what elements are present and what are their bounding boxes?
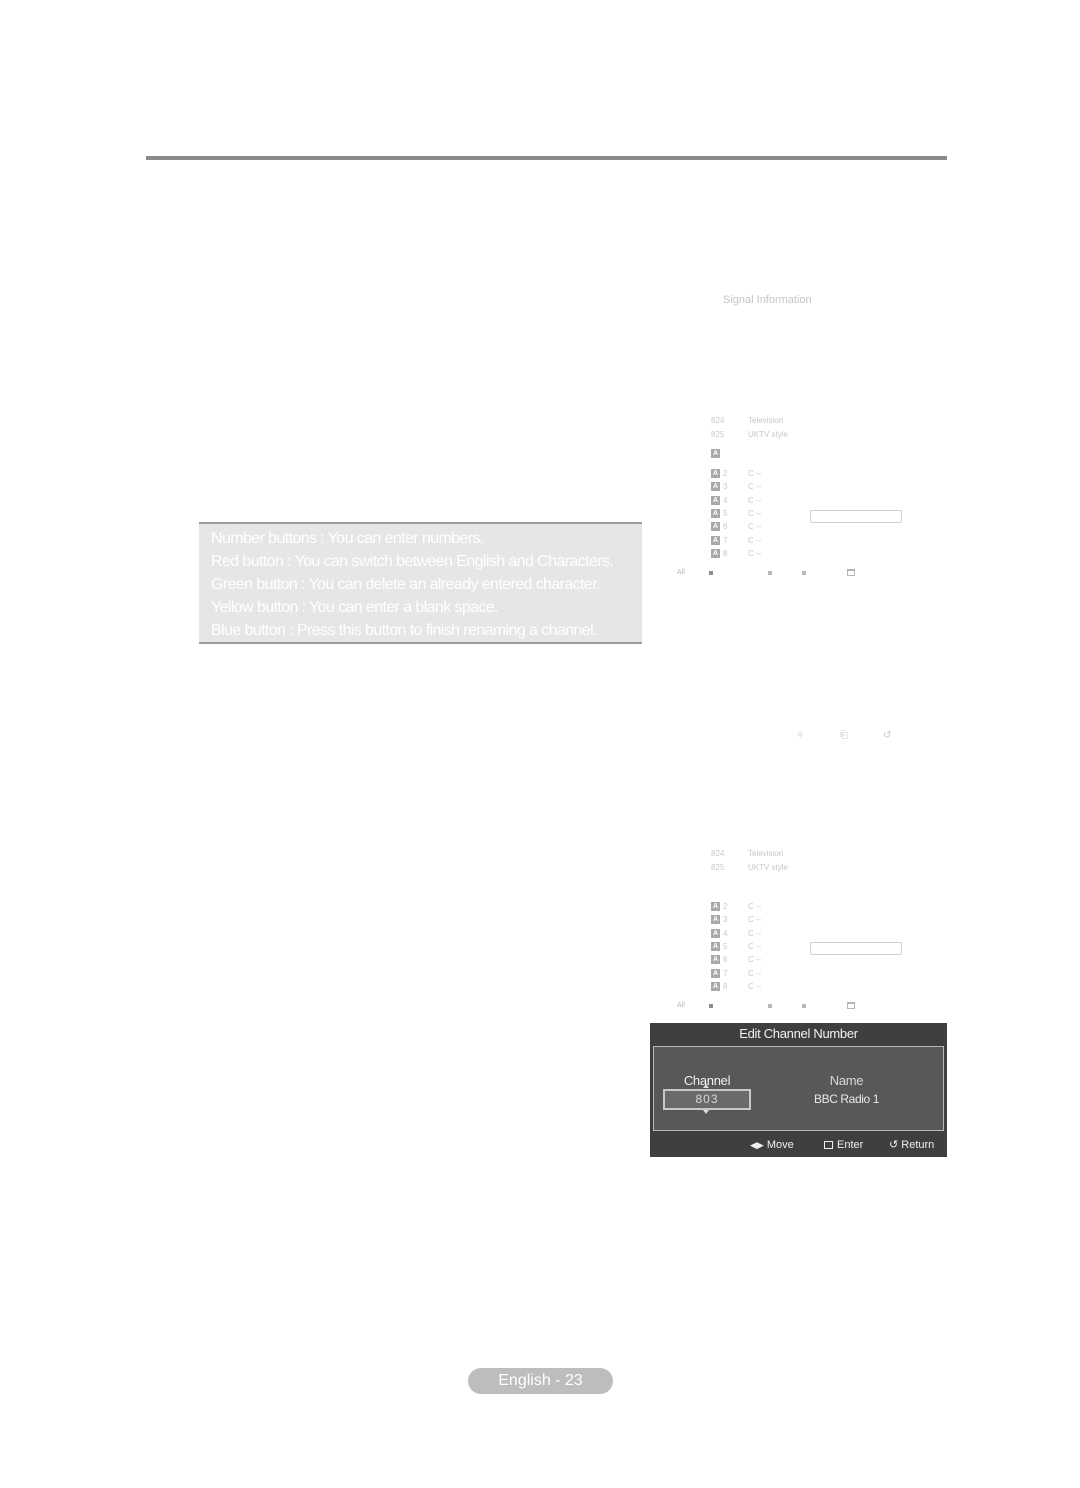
arrow-down-icon[interactable] [703, 1110, 709, 1114]
enter-label: Enter [837, 1139, 864, 1151]
channel-name: C -- [748, 522, 762, 531]
channel-name: C -- [748, 969, 762, 978]
channel-number: 7 [723, 536, 728, 545]
analog-badge-icon: A [711, 942, 720, 951]
dialog-title: Edit Channel Number [739, 1026, 858, 1041]
analog-badge-icon: A [711, 969, 720, 978]
enter-hint[interactable]: Enter [824, 1135, 863, 1155]
channel-number: 825 [711, 863, 725, 872]
analog-badge-icon: A [711, 902, 720, 911]
remote-button-notes: Number buttons : You can enter numbers. … [199, 522, 642, 644]
yellow-square-icon [802, 1004, 806, 1008]
channel-number: 5 [723, 942, 728, 951]
channel-number: 824 [711, 849, 725, 858]
return-hint[interactable]: ↺ Return [889, 1135, 934, 1155]
channel-name: UKTV style [748, 863, 789, 872]
channel-number-field[interactable]: 803 [663, 1089, 751, 1110]
edit-channel-number-dialog: Edit Channel Number Channel 803 Name BBC… [650, 1023, 947, 1157]
channel-name: C -- [748, 942, 762, 951]
channel-name: C -- [748, 496, 762, 505]
channel-name: C -- [748, 482, 762, 491]
analog-badge-icon: A [711, 982, 720, 991]
arrow-up-icon[interactable] [703, 1084, 709, 1088]
analog-badge-icon: A [711, 482, 720, 491]
nav-icons-row: ✧ ⎗ ↺ [790, 730, 900, 744]
top-rule [146, 156, 947, 160]
name-value: BBC Radio 1 [814, 1092, 879, 1106]
channel-name: UKTV style [748, 430, 789, 439]
analog-badge-icon: A [711, 469, 720, 478]
legend-all-label: All [677, 1002, 685, 1009]
channel-name: C -- [748, 536, 762, 545]
channel-name: C -- [748, 915, 762, 924]
channel-number: 2 [723, 469, 728, 478]
left-right-arrows-icon: ◀▶ [750, 1140, 764, 1150]
red-square-icon [709, 571, 713, 575]
page-icon [847, 569, 855, 576]
note-green-button: Green button : You can delete an already… [211, 576, 601, 593]
channel-name: Television [748, 849, 784, 858]
channel-number: 6 [723, 955, 728, 964]
channel-number: 4 [723, 496, 728, 505]
channel-number: 825 [711, 430, 725, 439]
page-icon [847, 1002, 855, 1009]
channel-number: 5 [723, 509, 728, 518]
channel-number: 3 [723, 482, 728, 491]
channel-number: 4 [723, 929, 728, 938]
page-number-badge: English - 23 [468, 1368, 613, 1394]
return-label: Return [901, 1139, 935, 1151]
color-button-legend: All [676, 567, 876, 579]
channel-name: C -- [748, 549, 762, 558]
channel-number: 6 [723, 522, 728, 531]
channel-name: C -- [748, 982, 762, 991]
color-button-legend: All [676, 1000, 876, 1012]
channel-name: C -- [748, 902, 762, 911]
yellow-square-icon [802, 571, 806, 575]
analog-badge-icon: A [711, 955, 720, 964]
dialog-footer: ◀▶ Move Enter ↺ Return [650, 1135, 947, 1155]
move-icon: ✧ [796, 730, 805, 741]
channel-number: 3 [723, 915, 728, 924]
note-blue-button: Blue button : Press this button to finis… [211, 622, 597, 639]
move-hint[interactable]: ◀▶ Move [750, 1135, 794, 1155]
dialog-body: Channel 803 Name BBC Radio 1 [653, 1046, 944, 1131]
channel-name: C -- [748, 469, 762, 478]
red-square-icon [709, 1004, 713, 1008]
return-icon: ↺ [883, 730, 892, 741]
analog-badge-icon: A [711, 496, 720, 505]
green-square-icon [768, 1004, 772, 1008]
channel-number: 8 [723, 549, 728, 558]
selection-box [810, 510, 902, 523]
selection-box [810, 942, 902, 955]
enter-icon [824, 1141, 833, 1149]
analog-badge-icon: A [711, 915, 720, 924]
move-label: Move [766, 1139, 794, 1151]
channel-name: C -- [748, 509, 762, 518]
legend-all-label: All [677, 569, 685, 576]
note-number-buttons: Number buttons : You can enter numbers. [211, 530, 484, 547]
channel-number: 824 [711, 416, 725, 425]
return-icon: ↺ [889, 1139, 899, 1151]
analog-badge-icon: A [711, 449, 720, 458]
analog-badge-icon: A [711, 536, 720, 545]
channel-number: 2 [723, 902, 728, 911]
enter-icon: ⎗ [840, 730, 848, 741]
analog-badge-icon: A [711, 509, 720, 518]
note-yellow-button: Yellow button : You can enter a blank sp… [211, 599, 499, 616]
analog-badge-icon: A [711, 549, 720, 558]
note-red-button: Red button : You can switch between Engl… [211, 553, 614, 570]
green-square-icon [768, 571, 772, 575]
name-label: Name [829, 1073, 864, 1088]
signal-information-item[interactable]: Signal Information [723, 294, 812, 306]
analog-badge-icon: A [711, 929, 720, 938]
analog-badge-icon: A [711, 522, 720, 531]
channel-number: 7 [723, 969, 728, 978]
channel-name: Television [748, 416, 784, 425]
channel-number: 8 [723, 982, 728, 991]
channel-name: C -- [748, 929, 762, 938]
channel-name: C -- [748, 955, 762, 964]
